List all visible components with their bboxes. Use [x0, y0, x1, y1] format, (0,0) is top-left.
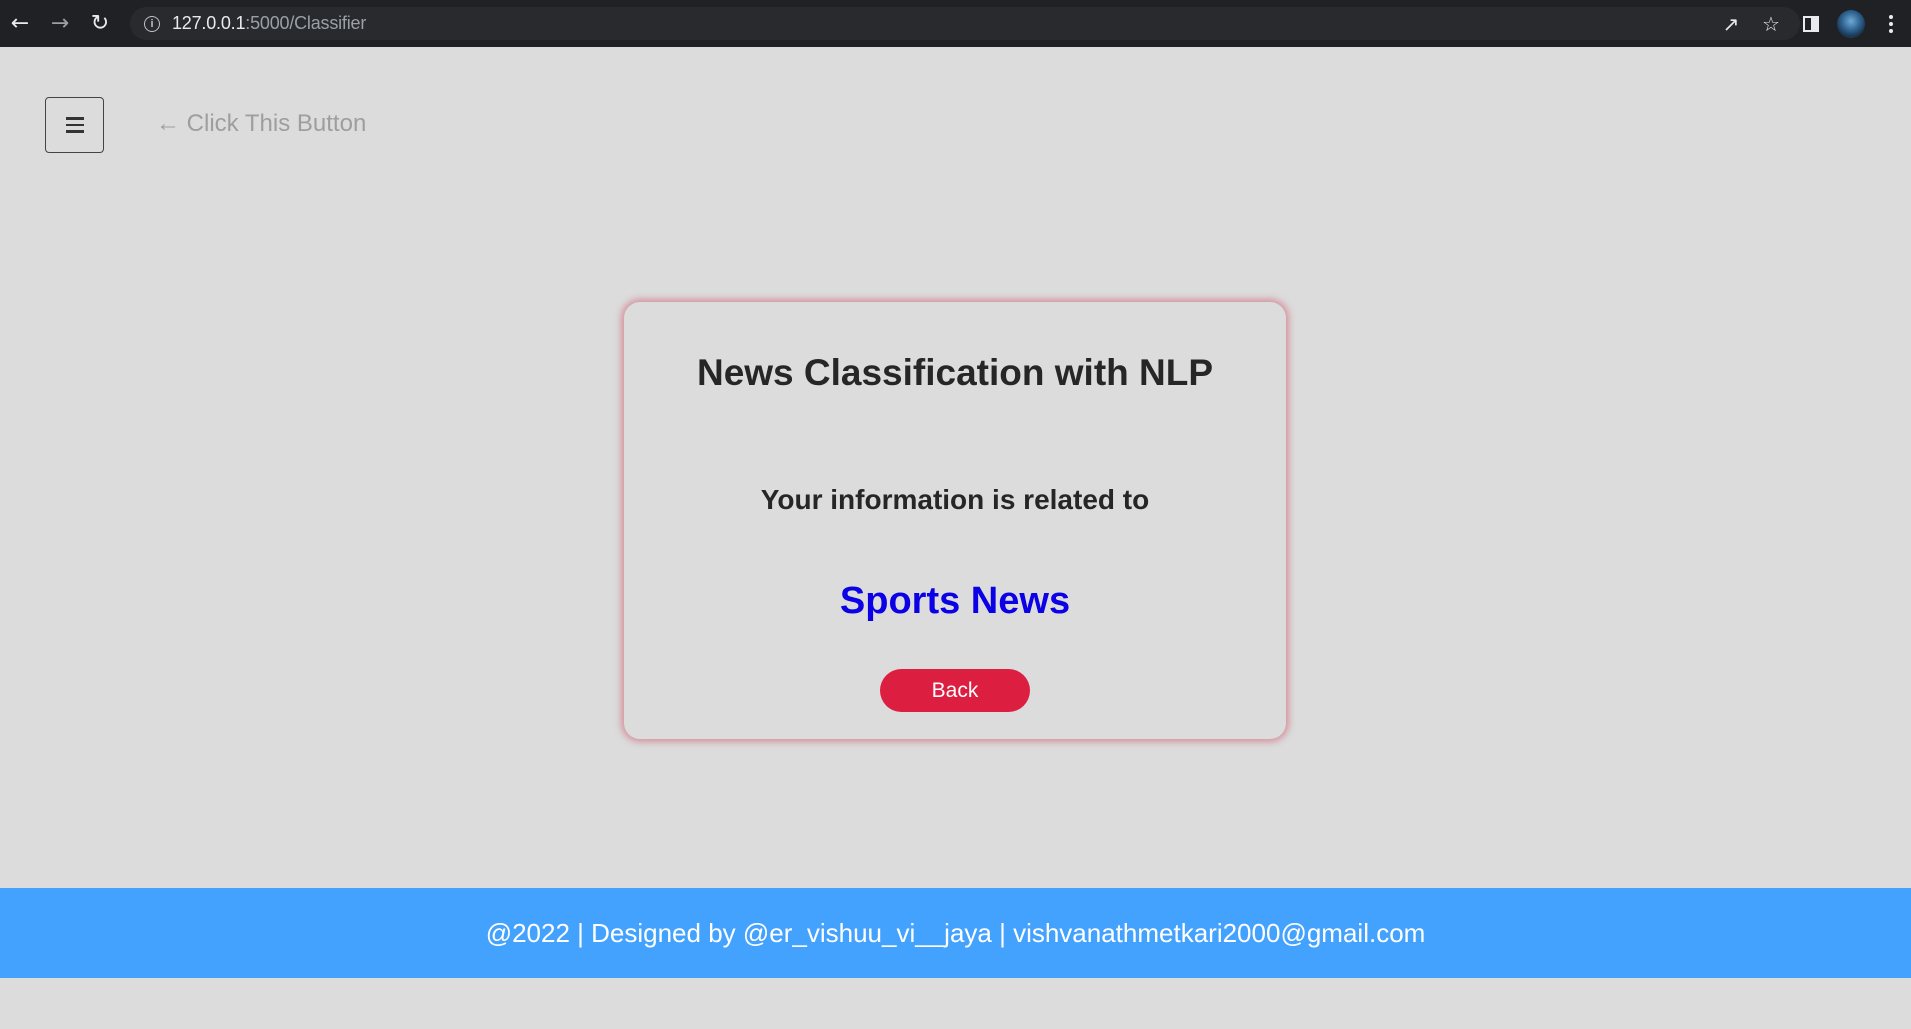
info-icon[interactable]: i	[144, 15, 160, 32]
classification-result: Sports News	[839, 580, 1071, 622]
url-host: 127.0.0.1	[172, 13, 246, 33]
url-text[interactable]: 127.0.0.1:5000/Classifier	[172, 13, 366, 34]
footer-text: @2022 | Designed by @er_vishuu_vi__jaya …	[485, 917, 1426, 948]
kebab-menu-icon[interactable]	[1871, 0, 1911, 47]
reload-icon[interactable]: ↻	[80, 0, 120, 47]
share-icon[interactable]: ↗	[1711, 0, 1751, 47]
page-content: ← Click This Button News Classification …	[0, 47, 1911, 1029]
menu-hint-text: ← Click This Button	[156, 110, 367, 137]
forward-arrow-icon[interactable]: →	[40, 0, 80, 47]
back-arrow-icon[interactable]: ←	[0, 0, 40, 47]
browser-toolbar: ← → ↻ i 127.0.0.1:5000/Classifier ↗ ☆	[0, 0, 1911, 47]
profile-avatar[interactable]	[1831, 0, 1871, 47]
back-button[interactable]: Back	[880, 669, 1030, 712]
card-subtitle: Your information is related to	[760, 484, 1150, 515]
hamburger-icon	[65, 117, 84, 133]
star-icon[interactable]: ☆	[1751, 0, 1791, 47]
result-card: News Classification with NLP Your inform…	[624, 302, 1286, 739]
card-title: News Classification with NLP	[696, 352, 1214, 393]
url-path: :5000/Classifier	[245, 13, 367, 33]
footer: @2022 | Designed by @er_vishuu_vi__jaya …	[0, 888, 1911, 978]
side-panel-icon[interactable]	[1791, 0, 1831, 47]
address-bar[interactable]: i 127.0.0.1:5000/Classifier	[130, 7, 1800, 40]
menu-toggle-button[interactable]	[45, 97, 104, 153]
